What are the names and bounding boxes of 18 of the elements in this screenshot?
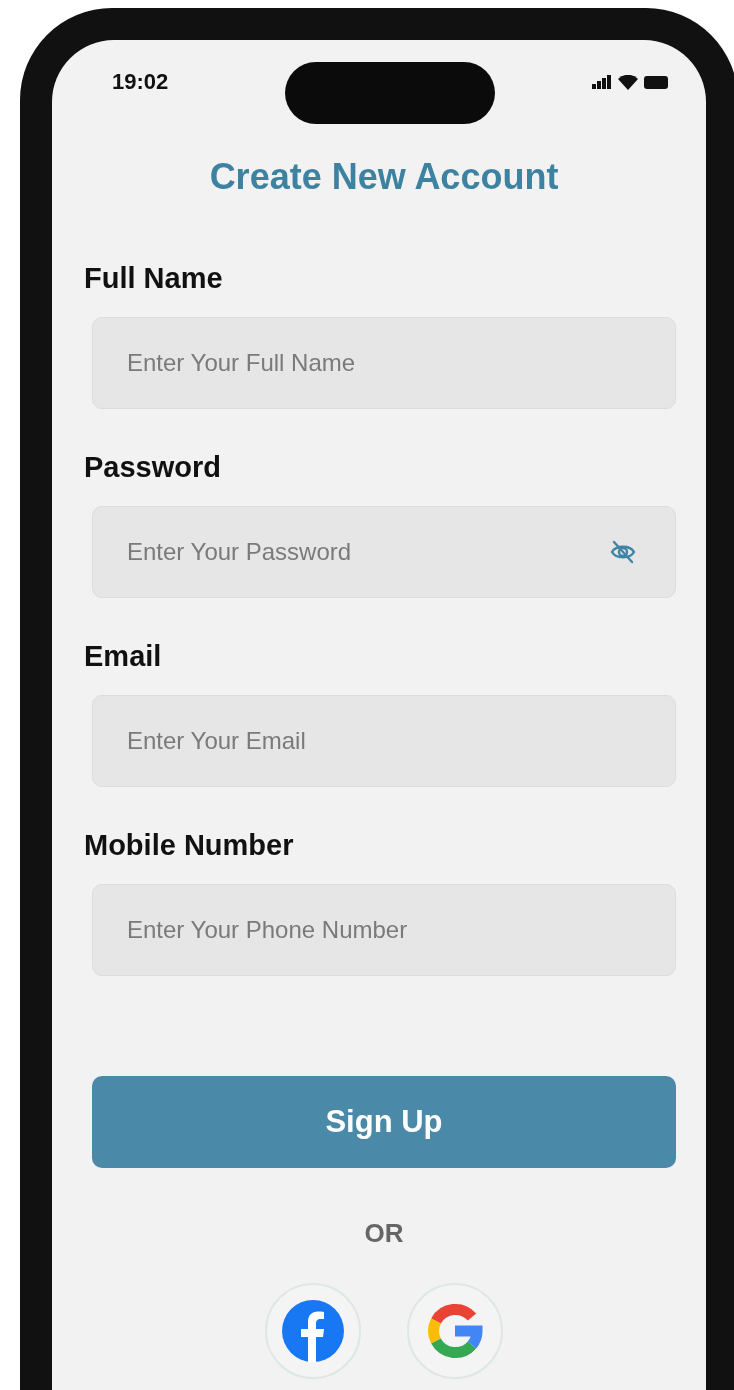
sign-up-button[interactable]: Sign Up (92, 1076, 676, 1168)
signal-icon (592, 75, 612, 89)
field-label: Email (84, 640, 162, 673)
wifi-icon (618, 74, 638, 90)
field-label: Full Name (84, 262, 223, 295)
input-field[interactable]: Enter Your Email (92, 695, 676, 787)
input-field[interactable]: Enter Your Phone Number (92, 884, 676, 976)
input-field[interactable]: Enter Your Password (92, 506, 676, 598)
field-label: Mobile Number (84, 829, 294, 862)
google-icon (427, 1303, 483, 1359)
divider-text: OR (364, 1218, 404, 1249)
status-time: 19:02 (112, 69, 169, 95)
facebook-icon (282, 1300, 344, 1362)
page-title: Create New Account (208, 156, 560, 198)
eye-slash-icon[interactable] (610, 540, 636, 564)
battery-icon (644, 75, 670, 89)
input-field[interactable]: Enter Your Full Name (92, 317, 676, 409)
field-label: Password (84, 451, 221, 484)
